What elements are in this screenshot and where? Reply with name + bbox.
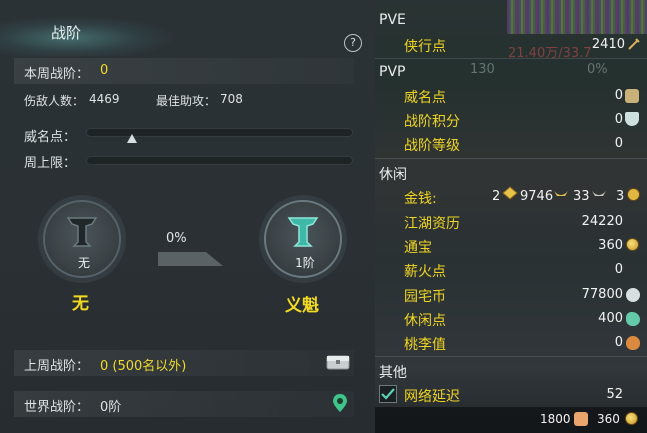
panel-header: 战阶 ?	[0, 12, 375, 56]
background-text: 0%	[587, 62, 608, 77]
money-silver-value: 9746	[520, 189, 554, 204]
taoli-label: 桃李值	[404, 337, 446, 353]
money-label: 金钱:	[404, 191, 437, 207]
xiuxian-label: 休闲点	[404, 313, 446, 329]
currency-tooltip: 21.40万/33.7 130 0% PVE 侠行点 2410 PVP 威名点 …	[375, 0, 647, 433]
footer-right-value: 360	[597, 412, 620, 426]
checkmark-icon	[381, 388, 395, 400]
leaf-icon	[626, 312, 640, 326]
token-icon	[574, 412, 588, 426]
current-rank-caption: 无	[77, 256, 90, 270]
prestige-icon	[625, 89, 639, 103]
divider	[375, 158, 647, 159]
location-pin-icon[interactable]	[332, 393, 348, 413]
weiming-value: 0	[614, 88, 623, 103]
next-rank-medal: 1阶	[264, 200, 342, 278]
current-rank-value: 0	[100, 63, 109, 78]
zhanjie-level-label: 战阶等级	[404, 138, 460, 154]
latency-label: 网络延迟	[404, 389, 460, 405]
next-rank-name: 义魁	[285, 296, 319, 316]
xiuxian-value: 400	[598, 311, 623, 326]
prestige-label: 威名点：	[24, 130, 77, 145]
help-icon[interactable]: ?	[344, 34, 362, 52]
kills-value: 4469	[89, 92, 120, 106]
world-rank-label: 世界战阶：	[24, 400, 90, 415]
zhanjie-points-value: 0	[614, 112, 623, 127]
copper-ingot-icon	[592, 191, 606, 196]
spiral-coin-icon	[626, 288, 640, 302]
peach-icon	[626, 336, 640, 350]
yuanzhai-value: 77800	[581, 287, 623, 302]
latency-checkbox[interactable]	[379, 385, 397, 403]
panel-title: 战阶	[51, 24, 82, 42]
current-rank-label: 本周战阶：	[24, 67, 90, 82]
tongbao-value: 360	[598, 238, 623, 253]
weekly-limit-bar	[86, 156, 353, 165]
money-gold-value: 2	[492, 189, 501, 204]
last-week-label: 上周战阶：	[24, 359, 90, 374]
progress-arrow-icon	[158, 252, 223, 266]
taoli-value: 0	[614, 335, 623, 350]
xinhuo-label: 薪火点	[404, 264, 446, 280]
world-rank-value: 0阶	[100, 400, 122, 415]
pve-header: PVE	[379, 12, 406, 28]
yuanzhai-label: 园宅币	[404, 289, 446, 305]
footer-left-value: 1800	[540, 412, 571, 426]
money-coin-value: 3	[616, 189, 625, 204]
rank-progress-percent: 0%	[166, 231, 187, 246]
jianghu-label: 江湖资历	[404, 216, 460, 232]
sword-icon	[628, 38, 640, 50]
divider	[375, 58, 647, 59]
zhanjie-level-value: 0	[614, 136, 623, 151]
xinhuo-value: 0	[614, 262, 623, 277]
assists-label: 最佳助攻：	[156, 94, 217, 108]
money-copper-value: 33	[573, 189, 590, 204]
other-header: 其他	[379, 365, 407, 381]
silver-ingot-icon	[554, 191, 568, 196]
assists-value: 708	[220, 92, 243, 106]
weiming-label: 威名点	[404, 90, 446, 106]
xiaxing-value: 2410	[591, 37, 625, 52]
current-rank-name: 无	[72, 294, 89, 314]
last-week-value: 0 (500名以外)	[100, 359, 187, 374]
pennant-icon	[287, 217, 319, 247]
divider	[375, 356, 647, 357]
coin-icon	[627, 188, 640, 201]
xiaxing-label: 侠行点	[404, 39, 446, 55]
gold-ingot-icon	[502, 186, 518, 200]
tongbao-label: 通宝	[404, 240, 432, 256]
prestige-marker	[127, 134, 137, 143]
pennant-icon	[66, 217, 98, 247]
current-rank-medal: 无	[43, 200, 121, 278]
footer-coin-icon	[625, 412, 638, 425]
pvp-header: PVP	[379, 64, 406, 80]
latency-value: 52	[606, 387, 623, 402]
battle-rank-panel: 战阶 ? 本周战阶： 0 伤敌人数： 4469 最佳助攻： 708 威名点： 周…	[0, 0, 375, 433]
tongbao-coin-icon	[626, 238, 639, 251]
leisure-header: 休闲	[379, 167, 407, 183]
jianghu-value: 24220	[581, 214, 623, 229]
header-decoration	[0, 16, 175, 56]
next-rank-caption: 1阶	[295, 256, 315, 270]
background-text: 130	[470, 62, 495, 77]
zhanjie-points-label: 战阶积分	[404, 114, 460, 130]
kills-label: 伤敌人数：	[24, 94, 85, 108]
weekly-limit-label: 周上限：	[24, 156, 77, 171]
currency-footer: 1800 360	[375, 407, 647, 433]
shield-icon	[625, 112, 639, 126]
chest-icon[interactable]	[326, 353, 350, 371]
